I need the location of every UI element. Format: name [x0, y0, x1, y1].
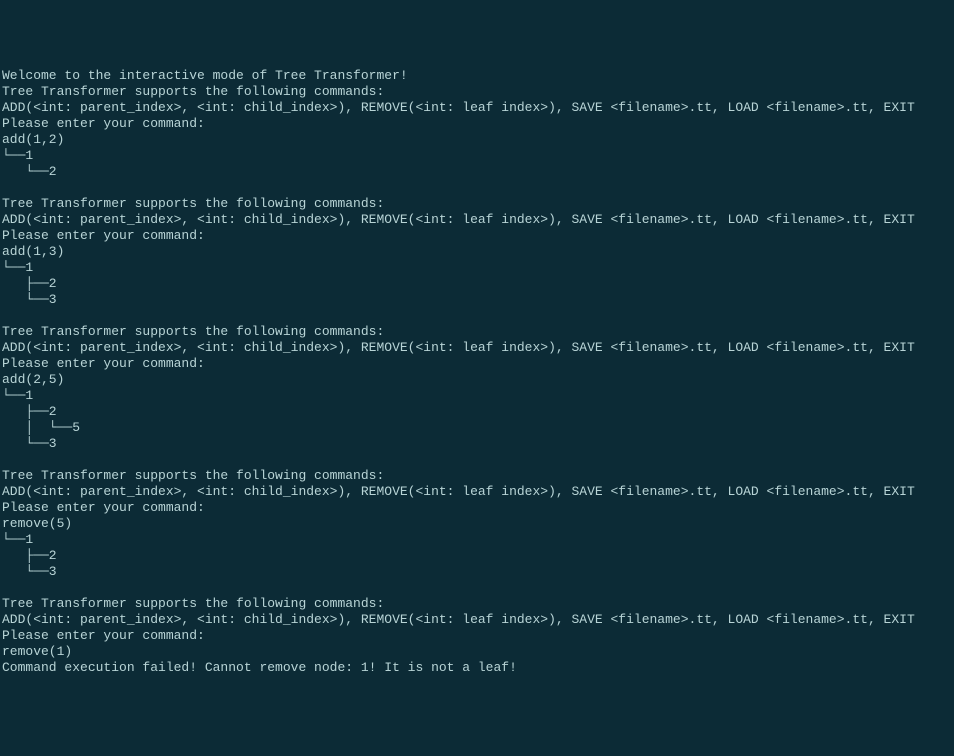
terminal-line: ADD(<int: parent_index>, <int: child_ind… [2, 212, 952, 228]
terminal-line: Command execution failed! Cannot remove … [2, 660, 952, 676]
terminal-line: add(1,2) [2, 132, 952, 148]
terminal-line: ADD(<int: parent_index>, <int: child_ind… [2, 484, 952, 500]
terminal-line: Tree Transformer supports the following … [2, 196, 952, 212]
terminal-line: add(1,3) [2, 244, 952, 260]
terminal-line: ADD(<int: parent_index>, <int: child_ind… [2, 612, 952, 628]
terminal-line: Tree Transformer supports the following … [2, 84, 952, 100]
terminal-line: └──1 [2, 532, 952, 548]
terminal-line: ├──2 [2, 548, 952, 564]
terminal-line: Tree Transformer supports the following … [2, 324, 952, 340]
terminal-line: ├──2 [2, 404, 952, 420]
terminal-line: └──2 [2, 164, 952, 180]
terminal-line [2, 452, 952, 468]
terminal-line: │ └──5 [2, 420, 952, 436]
terminal-line: └──1 [2, 148, 952, 164]
terminal-line: Please enter your command: [2, 228, 952, 244]
terminal-line: └──3 [2, 564, 952, 580]
terminal-line: └──3 [2, 292, 952, 308]
terminal-line: └──1 [2, 388, 952, 404]
terminal-line [2, 308, 952, 324]
terminal-line [2, 180, 952, 196]
terminal-line: └──3 [2, 436, 952, 452]
terminal-line [2, 580, 952, 596]
terminal-line: ├──2 [2, 276, 952, 292]
terminal-line: └──1 [2, 260, 952, 276]
terminal-line: Welcome to the interactive mode of Tree … [2, 68, 952, 84]
terminal-line: Please enter your command: [2, 500, 952, 516]
terminal-output[interactable]: Welcome to the interactive mode of Tree … [2, 68, 952, 676]
terminal-line: add(2,5) [2, 372, 952, 388]
terminal-line: ADD(<int: parent_index>, <int: child_ind… [2, 340, 952, 356]
terminal-line: remove(5) [2, 516, 952, 532]
terminal-line: Tree Transformer supports the following … [2, 596, 952, 612]
terminal-line: Please enter your command: [2, 628, 952, 644]
terminal-line: Tree Transformer supports the following … [2, 468, 952, 484]
terminal-line: ADD(<int: parent_index>, <int: child_ind… [2, 100, 952, 116]
terminal-line: remove(1) [2, 644, 952, 660]
terminal-line: Please enter your command: [2, 116, 952, 132]
terminal-line: Please enter your command: [2, 356, 952, 372]
